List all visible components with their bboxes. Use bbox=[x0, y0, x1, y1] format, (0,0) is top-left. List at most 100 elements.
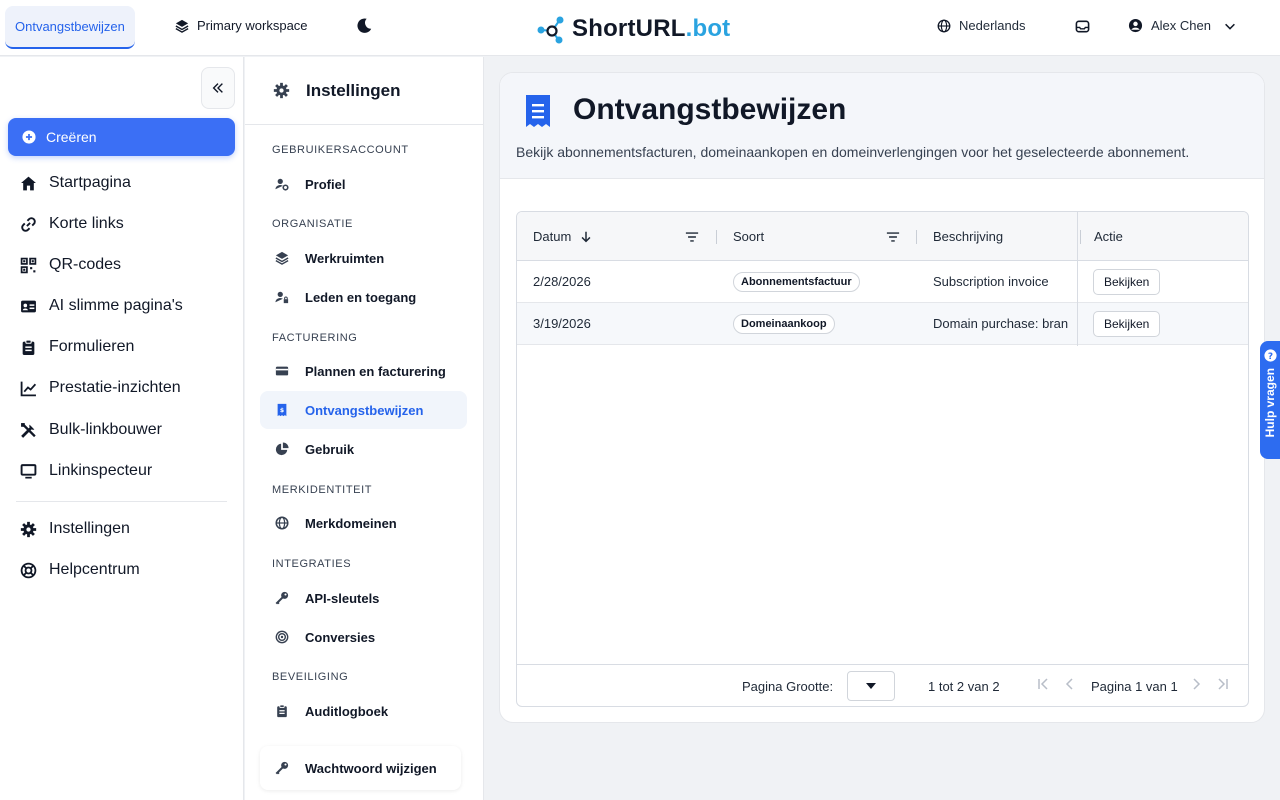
monitor-icon bbox=[20, 463, 37, 479]
link-icon bbox=[21, 216, 36, 232]
first-page-icon[interactable] bbox=[1037, 677, 1049, 691]
target-icon bbox=[275, 630, 289, 644]
filter-icon bbox=[886, 231, 900, 242]
cell-date: 2/28/2026 bbox=[533, 274, 591, 289]
page-size-select[interactable] bbox=[847, 671, 895, 701]
clipboard-icon bbox=[22, 339, 35, 355]
user-icon bbox=[1128, 18, 1143, 33]
filter-date-button[interactable] bbox=[685, 212, 699, 261]
gear-icon bbox=[273, 82, 290, 99]
collapse-sidebar-button[interactable] bbox=[201, 67, 235, 109]
view-button[interactable]: Bekijken bbox=[1093, 310, 1161, 337]
sidebar-item-label: Prestatie-inzichten bbox=[49, 379, 181, 396]
column-separator[interactable] bbox=[716, 230, 717, 244]
cell-type: Domeinaankoop bbox=[733, 303, 835, 344]
receipts-table: Datum Soort Beschrijving Actie 2/28/2026… bbox=[516, 211, 1249, 707]
layers-icon bbox=[275, 251, 289, 265]
chevron-down-icon bbox=[1225, 23, 1235, 30]
globe-icon bbox=[937, 19, 951, 32]
filter-icon bbox=[685, 231, 699, 242]
settings-item-label: Leden en toegang bbox=[305, 289, 417, 305]
filter-type-button[interactable] bbox=[886, 212, 900, 261]
sidebar-item-help-center[interactable]: Helpcentrum bbox=[20, 558, 140, 582]
sidebar-item-label: AI slimme pagina's bbox=[49, 297, 183, 314]
language-selector[interactable]: Nederlands bbox=[937, 18, 1026, 33]
settings-item-plans[interactable]: Plannen en facturering bbox=[260, 352, 467, 390]
sidebar-item-forms[interactable]: Formulieren bbox=[20, 335, 134, 359]
cell-type: Abonnementsfactuur bbox=[733, 261, 860, 302]
inbox-icon bbox=[1075, 20, 1090, 33]
column-header-action[interactable]: Actie bbox=[1094, 212, 1123, 261]
settings-item-members[interactable]: Leden en toegang bbox=[260, 278, 467, 316]
settings-panel: Instellingen GEBRUIKERSACCOUNT Profiel O… bbox=[245, 57, 484, 800]
settings-item-label: Ontvangstbewijzen bbox=[305, 402, 424, 418]
settings-item-domains[interactable]: Merkdomeinen bbox=[260, 504, 467, 542]
settings-item-audit-log[interactable]: Auditlogboek bbox=[260, 692, 467, 730]
home-icon bbox=[21, 176, 36, 190]
column-separator[interactable] bbox=[916, 230, 917, 244]
theme-toggle[interactable] bbox=[355, 17, 373, 40]
sidebar-item-label: Startpagina bbox=[49, 174, 131, 191]
id-card-icon bbox=[21, 300, 36, 312]
user-lock-icon bbox=[275, 291, 289, 304]
settings-item-profile[interactable]: Profiel bbox=[260, 165, 467, 203]
section-label-org: ORGANISATIE bbox=[272, 218, 353, 230]
settings-item-receipts[interactable]: $ Ontvangstbewijzen bbox=[260, 391, 467, 429]
sidebar-item-qr-codes[interactable]: QR-codes bbox=[20, 253, 121, 277]
user-menu[interactable]: Alex Chen bbox=[1128, 18, 1237, 33]
logo[interactable]: ShortURL.bot bbox=[536, 14, 730, 44]
inbox-button[interactable] bbox=[1075, 19, 1090, 39]
page-indicator: Pagina 1 van 1 bbox=[1091, 679, 1178, 694]
change-password-button[interactable]: Wachtwoord wijzigen bbox=[260, 746, 461, 790]
help-tab[interactable]: ? Hulp vragen bbox=[1260, 341, 1280, 459]
last-page-icon[interactable] bbox=[1217, 677, 1229, 691]
column-header-type[interactable]: Soort bbox=[733, 212, 764, 261]
sidebar-item-settings[interactable]: Instellingen bbox=[20, 517, 130, 541]
sidebar-item-label: Linkinspecteur bbox=[49, 462, 153, 479]
column-separator[interactable] bbox=[1080, 230, 1081, 244]
next-page-icon[interactable] bbox=[1191, 677, 1201, 691]
sidebar-item-short-links[interactable]: Korte links bbox=[20, 212, 124, 236]
qr-icon bbox=[20, 257, 37, 273]
type-badge: Domeinaankoop bbox=[733, 313, 835, 334]
cell-description: Domain purchase: bran bbox=[933, 316, 1069, 331]
page-size-label: Pagina Grootte: bbox=[742, 679, 834, 694]
sidebar-item-label: Helpcentrum bbox=[49, 561, 140, 578]
settings-item-label: Werkruimten bbox=[305, 250, 385, 266]
settings-item-workspaces[interactable]: Werkruimten bbox=[260, 239, 467, 277]
clipboard-list-icon bbox=[277, 704, 287, 718]
settings-item-label: Merkdomeinen bbox=[305, 515, 397, 531]
view-button[interactable]: Bekijken bbox=[1093, 268, 1161, 295]
sidebar-item-insights[interactable]: Prestatie-inzichten bbox=[20, 376, 181, 400]
settings-item-conversions[interactable]: Conversies bbox=[260, 618, 467, 656]
logo-icon bbox=[537, 16, 564, 44]
column-label: Datum bbox=[533, 229, 572, 244]
user-name: Alex Chen bbox=[1151, 18, 1211, 33]
sidebar-item-link-inspector[interactable]: Linkinspecteur bbox=[20, 459, 152, 483]
settings-item-label: Plannen en facturering bbox=[305, 363, 446, 379]
plus-circle-icon bbox=[22, 130, 36, 144]
sidebar-item-bulk-builder[interactable]: Bulk-linkbouwer bbox=[20, 418, 162, 442]
column-header-description[interactable]: Beschrijving bbox=[933, 212, 1003, 261]
create-label: Creëren bbox=[46, 129, 97, 145]
settings-item-api-keys[interactable]: API-sleutels bbox=[260, 579, 467, 617]
key-icon bbox=[275, 761, 289, 775]
settings-item-label: API-sleutels bbox=[305, 590, 380, 606]
table-row[interactable]: 2/28/2026 Abonnementsfactuur Subscriptio… bbox=[517, 261, 1248, 303]
settings-item-usage[interactable]: Gebruik bbox=[260, 430, 467, 468]
settings-title: Instellingen bbox=[306, 80, 401, 100]
workspace-selector[interactable]: Primary workspace bbox=[175, 18, 308, 33]
table-row[interactable]: 3/19/2026 Domeinaankoop Domain purchase:… bbox=[517, 303, 1248, 345]
previous-page-icon[interactable] bbox=[1065, 677, 1075, 691]
tab-receipts[interactable]: Ontvangstbewijzen bbox=[5, 6, 135, 49]
receipts-card: Ontvangstbewijzen Bekijk abonnementsfact… bbox=[499, 72, 1265, 723]
sidebar-item-home[interactable]: Startpagina bbox=[20, 171, 131, 195]
user-gear-icon bbox=[275, 178, 289, 191]
cell-date: 3/19/2026 bbox=[533, 316, 591, 331]
page-description: Bekijk abonnementsfacturen, domeinaankop… bbox=[516, 144, 1190, 160]
sidebar-item-ai-pages[interactable]: AI slimme pagina's bbox=[20, 294, 183, 318]
column-header-date[interactable]: Datum bbox=[533, 212, 593, 261]
create-button[interactable]: Creëren bbox=[8, 118, 235, 156]
settings-header: Instellingen bbox=[245, 57, 484, 125]
section-label-account: GEBRUIKERSACCOUNT bbox=[272, 144, 409, 156]
